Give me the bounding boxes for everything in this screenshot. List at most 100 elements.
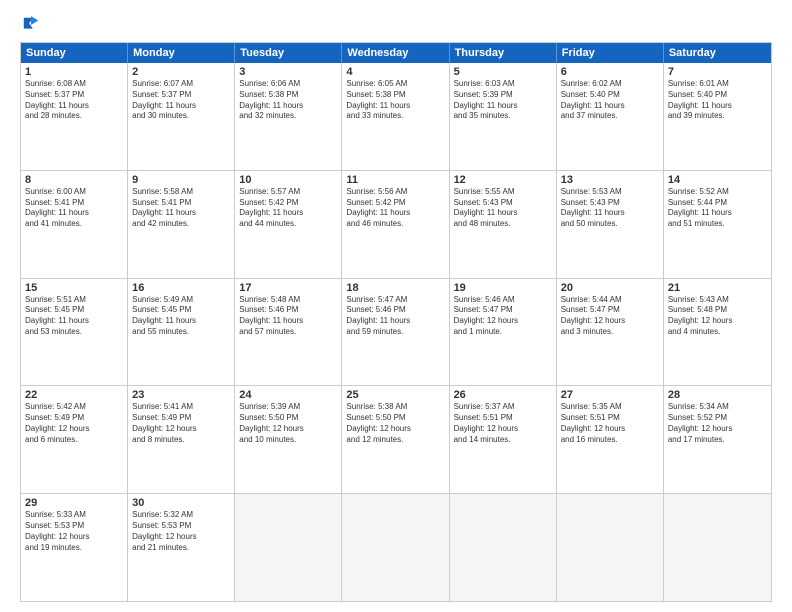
calendar-cell-20: 20Sunrise: 5:44 AM Sunset: 5:47 PM Dayli… [557,279,664,386]
calendar-cell-12: 12Sunrise: 5:55 AM Sunset: 5:43 PM Dayli… [450,171,557,278]
weekday-header-thursday: Thursday [450,43,557,63]
day-info-3: Sunrise: 6:06 AM Sunset: 5:38 PM Dayligh… [239,79,337,122]
day-number-14: 14 [668,174,767,186]
day-info-19: Sunrise: 5:46 AM Sunset: 5:47 PM Dayligh… [454,295,552,338]
day-number-22: 22 [25,389,123,401]
day-number-17: 17 [239,282,337,294]
weekday-header-monday: Monday [128,43,235,63]
calendar-cell-3: 3Sunrise: 6:06 AM Sunset: 5:38 PM Daylig… [235,63,342,170]
day-number-15: 15 [25,282,123,294]
calendar-cell-13: 13Sunrise: 5:53 AM Sunset: 5:43 PM Dayli… [557,171,664,278]
day-number-28: 28 [668,389,767,401]
weekday-header-friday: Friday [557,43,664,63]
day-info-5: Sunrise: 6:03 AM Sunset: 5:39 PM Dayligh… [454,79,552,122]
day-info-29: Sunrise: 5:33 AM Sunset: 5:53 PM Dayligh… [25,510,123,553]
calendar: SundayMondayTuesdayWednesdayThursdayFrid… [20,42,772,602]
logo-flag-icon [22,16,40,34]
calendar-cell-1: 1Sunrise: 6:08 AM Sunset: 5:37 PM Daylig… [21,63,128,170]
day-info-8: Sunrise: 6:00 AM Sunset: 5:41 PM Dayligh… [25,187,123,230]
day-number-30: 30 [132,497,230,509]
day-info-13: Sunrise: 5:53 AM Sunset: 5:43 PM Dayligh… [561,187,659,230]
calendar-cell-empty [557,494,664,601]
calendar-cell-15: 15Sunrise: 5:51 AM Sunset: 5:45 PM Dayli… [21,279,128,386]
day-number-11: 11 [346,174,444,186]
calendar-cell-11: 11Sunrise: 5:56 AM Sunset: 5:42 PM Dayli… [342,171,449,278]
day-info-24: Sunrise: 5:39 AM Sunset: 5:50 PM Dayligh… [239,402,337,445]
calendar-cell-5: 5Sunrise: 6:03 AM Sunset: 5:39 PM Daylig… [450,63,557,170]
calendar-cell-2: 2Sunrise: 6:07 AM Sunset: 5:37 PM Daylig… [128,63,235,170]
logo [20,16,40,34]
day-number-16: 16 [132,282,230,294]
day-info-6: Sunrise: 6:02 AM Sunset: 5:40 PM Dayligh… [561,79,659,122]
calendar-cell-24: 24Sunrise: 5:39 AM Sunset: 5:50 PM Dayli… [235,386,342,493]
calendar-header: SundayMondayTuesdayWednesdayThursdayFrid… [21,43,771,63]
calendar-cell-21: 21Sunrise: 5:43 AM Sunset: 5:48 PM Dayli… [664,279,771,386]
day-number-5: 5 [454,66,552,78]
calendar-cell-18: 18Sunrise: 5:47 AM Sunset: 5:46 PM Dayli… [342,279,449,386]
weekday-header-wednesday: Wednesday [342,43,449,63]
day-info-12: Sunrise: 5:55 AM Sunset: 5:43 PM Dayligh… [454,187,552,230]
day-info-26: Sunrise: 5:37 AM Sunset: 5:51 PM Dayligh… [454,402,552,445]
day-info-7: Sunrise: 6:01 AM Sunset: 5:40 PM Dayligh… [668,79,767,122]
day-number-26: 26 [454,389,552,401]
calendar-cell-16: 16Sunrise: 5:49 AM Sunset: 5:45 PM Dayli… [128,279,235,386]
calendar-cell-29: 29Sunrise: 5:33 AM Sunset: 5:53 PM Dayli… [21,494,128,601]
calendar-cell-empty [235,494,342,601]
day-info-18: Sunrise: 5:47 AM Sunset: 5:46 PM Dayligh… [346,295,444,338]
day-number-29: 29 [25,497,123,509]
calendar-row-3: 22Sunrise: 5:42 AM Sunset: 5:49 PM Dayli… [21,385,771,493]
day-info-30: Sunrise: 5:32 AM Sunset: 5:53 PM Dayligh… [132,510,230,553]
calendar-cell-9: 9Sunrise: 5:58 AM Sunset: 5:41 PM Daylig… [128,171,235,278]
weekday-header-tuesday: Tuesday [235,43,342,63]
day-number-27: 27 [561,389,659,401]
day-info-28: Sunrise: 5:34 AM Sunset: 5:52 PM Dayligh… [668,402,767,445]
calendar-cell-28: 28Sunrise: 5:34 AM Sunset: 5:52 PM Dayli… [664,386,771,493]
day-number-10: 10 [239,174,337,186]
calendar-cell-19: 19Sunrise: 5:46 AM Sunset: 5:47 PM Dayli… [450,279,557,386]
day-info-10: Sunrise: 5:57 AM Sunset: 5:42 PM Dayligh… [239,187,337,230]
day-number-6: 6 [561,66,659,78]
calendar-cell-empty [450,494,557,601]
calendar-cell-25: 25Sunrise: 5:38 AM Sunset: 5:50 PM Dayli… [342,386,449,493]
day-info-23: Sunrise: 5:41 AM Sunset: 5:49 PM Dayligh… [132,402,230,445]
calendar-cell-30: 30Sunrise: 5:32 AM Sunset: 5:53 PM Dayli… [128,494,235,601]
weekday-header-saturday: Saturday [664,43,771,63]
day-info-14: Sunrise: 5:52 AM Sunset: 5:44 PM Dayligh… [668,187,767,230]
calendar-cell-14: 14Sunrise: 5:52 AM Sunset: 5:44 PM Dayli… [664,171,771,278]
calendar-cell-empty [664,494,771,601]
day-number-7: 7 [668,66,767,78]
day-number-23: 23 [132,389,230,401]
day-number-21: 21 [668,282,767,294]
day-info-25: Sunrise: 5:38 AM Sunset: 5:50 PM Dayligh… [346,402,444,445]
day-number-8: 8 [25,174,123,186]
day-number-18: 18 [346,282,444,294]
calendar-cell-27: 27Sunrise: 5:35 AM Sunset: 5:51 PM Dayli… [557,386,664,493]
day-info-9: Sunrise: 5:58 AM Sunset: 5:41 PM Dayligh… [132,187,230,230]
day-number-1: 1 [25,66,123,78]
day-number-19: 19 [454,282,552,294]
day-info-17: Sunrise: 5:48 AM Sunset: 5:46 PM Dayligh… [239,295,337,338]
day-info-4: Sunrise: 6:05 AM Sunset: 5:38 PM Dayligh… [346,79,444,122]
day-number-12: 12 [454,174,552,186]
calendar-cell-17: 17Sunrise: 5:48 AM Sunset: 5:46 PM Dayli… [235,279,342,386]
header [20,16,772,34]
calendar-cell-7: 7Sunrise: 6:01 AM Sunset: 5:40 PM Daylig… [664,63,771,170]
day-info-21: Sunrise: 5:43 AM Sunset: 5:48 PM Dayligh… [668,295,767,338]
day-number-13: 13 [561,174,659,186]
calendar-cell-22: 22Sunrise: 5:42 AM Sunset: 5:49 PM Dayli… [21,386,128,493]
calendar-row-2: 15Sunrise: 5:51 AM Sunset: 5:45 PM Dayli… [21,278,771,386]
day-number-24: 24 [239,389,337,401]
day-info-27: Sunrise: 5:35 AM Sunset: 5:51 PM Dayligh… [561,402,659,445]
calendar-cell-6: 6Sunrise: 6:02 AM Sunset: 5:40 PM Daylig… [557,63,664,170]
calendar-cell-10: 10Sunrise: 5:57 AM Sunset: 5:42 PM Dayli… [235,171,342,278]
day-info-20: Sunrise: 5:44 AM Sunset: 5:47 PM Dayligh… [561,295,659,338]
day-number-4: 4 [346,66,444,78]
day-info-15: Sunrise: 5:51 AM Sunset: 5:45 PM Dayligh… [25,295,123,338]
calendar-row-0: 1Sunrise: 6:08 AM Sunset: 5:37 PM Daylig… [21,63,771,170]
page: SundayMondayTuesdayWednesdayThursdayFrid… [0,0,792,612]
day-info-16: Sunrise: 5:49 AM Sunset: 5:45 PM Dayligh… [132,295,230,338]
day-number-20: 20 [561,282,659,294]
calendar-row-1: 8Sunrise: 6:00 AM Sunset: 5:41 PM Daylig… [21,170,771,278]
calendar-cell-23: 23Sunrise: 5:41 AM Sunset: 5:49 PM Dayli… [128,386,235,493]
weekday-header-sunday: Sunday [21,43,128,63]
